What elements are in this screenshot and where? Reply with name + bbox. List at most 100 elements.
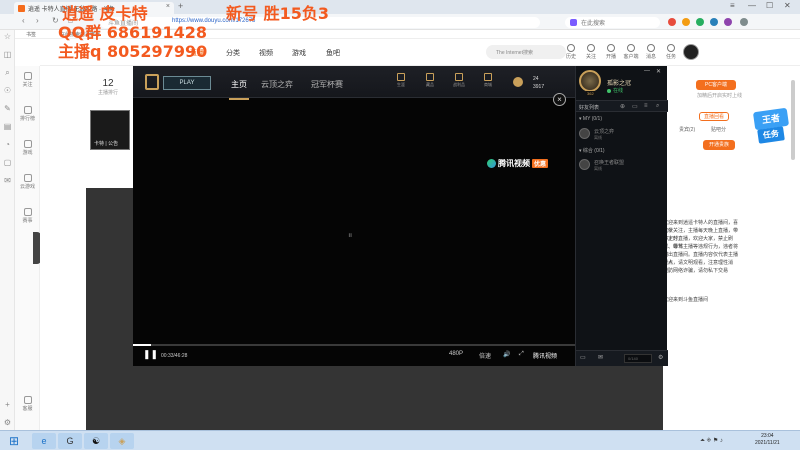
client-button[interactable]: 客户端 <box>620 44 642 60</box>
add-friend-icon[interactable]: ⊕ <box>620 103 625 110</box>
tab-home[interactable]: 主页 <box>229 79 249 100</box>
quality-button[interactable]: 480P <box>449 351 463 357</box>
overlay-record: 新号 胜15负3 <box>226 4 329 23</box>
minimize-button[interactable]: — <box>748 1 756 10</box>
edit-icon[interactable]: ✎ <box>3 104 12 113</box>
nav-follow[interactable]: 关注 <box>15 72 40 88</box>
friend-group[interactable]: ▾ 综合 (0/1) <box>579 147 605 154</box>
taskbar-app[interactable]: G <box>58 433 82 449</box>
search-icon[interactable]: ⌕ <box>656 103 659 110</box>
overlay-close-button[interactable]: × <box>553 93 566 106</box>
profile-button[interactable]: 生涯 <box>393 73 409 88</box>
back-button[interactable]: ‹ <box>22 16 25 25</box>
chat-input[interactable]: 0/140 <box>624 354 652 363</box>
user-avatar[interactable] <box>683 44 699 60</box>
nav-rank[interactable]: 排行榜 <box>15 106 40 122</box>
progress-bar[interactable] <box>133 344 575 346</box>
mail-icon[interactable]: ✉ <box>3 176 12 185</box>
extension-icon[interactable] <box>740 18 748 26</box>
box-icon[interactable]: ▢ <box>3 158 12 167</box>
extension-icon[interactable] <box>710 18 718 26</box>
extension-icon[interactable] <box>696 18 704 26</box>
mail-icon[interactable]: ✉ <box>598 354 603 361</box>
start-button[interactable]: ⊞ <box>2 433 26 449</box>
taskbar-lol[interactable]: ◈ <box>110 433 134 449</box>
friend-group[interactable]: ▾ MY (0/1) <box>579 116 602 122</box>
taskbar-browser[interactable]: e <box>32 433 56 449</box>
settings-icon[interactable]: ⚙ <box>658 354 663 361</box>
nav-fishbar[interactable]: 鱼吧 <box>326 48 340 58</box>
nav-cloud-game[interactable]: 云游戏 <box>15 174 40 190</box>
progress-fill <box>133 344 151 346</box>
extension-icon[interactable] <box>682 18 690 26</box>
taskbar-app[interactable]: ☯ <box>84 433 108 449</box>
open-noble-button[interactable]: 开通贵族 <box>703 140 735 150</box>
tab-vip[interactable]: 贵宾(2) <box>679 126 695 133</box>
history-button[interactable]: 历史 <box>560 44 582 60</box>
system-tray[interactable]: ⏶ ◈ ⚑ ♪ <box>700 437 723 445</box>
tab-clash[interactable]: 冠军杯赛 <box>311 79 343 90</box>
nav-events[interactable]: 赛事 <box>15 208 40 224</box>
fullscreen-web-icon[interactable]: ⤢ <box>519 351 524 358</box>
tab-bar[interactable]: 贴吧分 <box>711 126 726 133</box>
streamer-thumbnail[interactable]: 卡特 | 公告 <box>90 110 130 150</box>
close-window-button[interactable]: ✕ <box>784 1 791 10</box>
maximize-button[interactable]: ☐ <box>766 1 773 10</box>
pc-client-button[interactable]: PC客户端 <box>696 80 736 90</box>
tencent-video-watermark: 腾讯视频 优惠 <box>487 158 549 169</box>
page-scrollbar[interactable] <box>791 80 795 160</box>
tab-close-icon[interactable]: × <box>166 3 170 10</box>
bookmark-item[interactable]: 书签 <box>26 31 36 38</box>
friend-item[interactable]: 召唤王者联盟 离线 <box>579 157 665 173</box>
lol-minimize-button[interactable]: — <box>644 68 650 74</box>
lol-close-button[interactable]: ✕ <box>656 68 661 75</box>
list-icon[interactable]: ≡ <box>644 103 648 109</box>
follow-button[interactable]: 关注 <box>580 44 602 60</box>
store-button[interactable]: 商城 <box>480 73 496 88</box>
nav-service[interactable]: 客服 <box>15 396 40 412</box>
folder-icon[interactable]: ▭ <box>632 103 638 110</box>
new-tab-button[interactable]: + <box>178 1 183 11</box>
summoner-status[interactable]: 在线 <box>607 87 623 94</box>
dot-icon[interactable]: ☉ <box>3 86 12 95</box>
profile-icon <box>397 73 405 81</box>
search-icon[interactable]: ⌕ <box>3 68 12 77</box>
friend-item[interactable]: 云顶之弈 离线 <box>579 126 665 142</box>
message-button[interactable]: 消息 <box>640 44 662 60</box>
video-player[interactable]: PLAY 主页 云顶之弈 冠军杯赛 生涯 藏品 战利品 商城 24 3917 腾… <box>133 66 575 366</box>
add-icon[interactable]: + <box>3 400 12 409</box>
pause-button[interactable]: ❚❚ <box>143 349 158 360</box>
extension-icon[interactable] <box>668 18 676 26</box>
collection-button[interactable]: 藏品 <box>422 73 438 88</box>
summoner-avatar[interactable] <box>579 70 601 92</box>
replay-button[interactable]: 直播回看 <box>699 112 729 121</box>
pause-indicator-icon[interactable]: ⏸ <box>348 230 353 241</box>
star-icon[interactable]: ☆ <box>3 32 12 41</box>
task-promo-banner[interactable]: 王者 任务 <box>752 107 790 150</box>
gear-icon[interactable]: ⚙ <box>3 418 12 427</box>
header-search[interactable]: The Internet搜索 <box>486 45 566 59</box>
clock-icon[interactable]: ◔ <box>3 140 12 149</box>
chat-icon[interactable]: ▭ <box>580 354 586 361</box>
speed-button[interactable]: 倍速 <box>479 351 491 360</box>
bell-icon <box>647 44 655 52</box>
play-button[interactable]: PLAY <box>163 76 211 90</box>
loot-button[interactable]: 战利品 <box>451 73 467 88</box>
extension-icon[interactable] <box>724 18 732 26</box>
menu-icon[interactable]: ≡ <box>730 1 735 10</box>
broadcast-button[interactable]: 开播 <box>600 44 622 60</box>
search-input[interactable]: 在此搜索 <box>565 17 660 28</box>
forward-button[interactable]: › <box>36 16 39 25</box>
download-icon <box>627 44 635 52</box>
nav-games[interactable]: 游戏 <box>15 140 40 156</box>
list-icon[interactable]: ▤ <box>3 122 12 131</box>
task-button[interactable]: 任务 <box>660 44 682 60</box>
tab-tft[interactable]: 云顶之弈 <box>261 79 293 90</box>
nav-video[interactable]: 视频 <box>259 48 273 58</box>
room-desc: 谨防网络诈骗，请勿私下交易 <box>663 268 729 274</box>
nav-game[interactable]: 游戏 <box>292 48 306 58</box>
nav-category[interactable]: 分类 <box>226 48 240 58</box>
volume-icon[interactable]: 🔊 <box>503 351 510 358</box>
panel-icon[interactable]: ◫ <box>3 50 12 59</box>
summoner-level: 362 <box>586 91 595 96</box>
